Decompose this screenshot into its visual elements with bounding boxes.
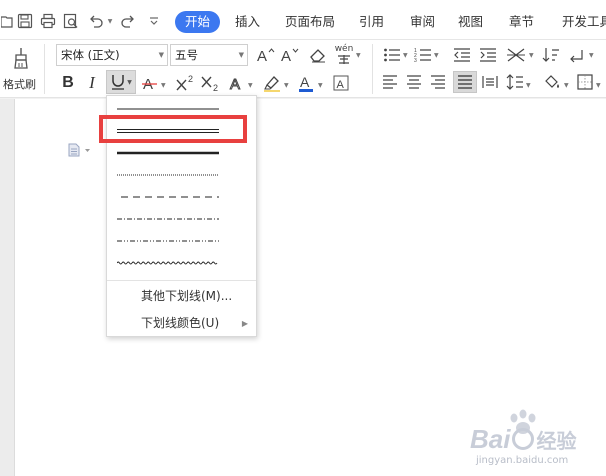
tab-review[interactable]: 审阅 xyxy=(410,11,435,33)
chevron-down-icon[interactable]: ▼ xyxy=(161,82,166,89)
numbered-list-icon[interactable]: 123 xyxy=(413,46,433,64)
menu-bar: ▼ 开始 插入 页面布局 引用 审阅 视图 章节 开发工具 xyxy=(0,0,606,40)
shading-bucket-icon[interactable] xyxy=(542,73,562,91)
chevron-down-icon: ▼ xyxy=(158,51,164,59)
chevron-down-icon[interactable]: ▼ xyxy=(318,82,323,89)
font-color-icon[interactable]: A xyxy=(297,72,315,94)
underline-color-menu-item[interactable]: 下划线颜色(U) xyxy=(141,314,219,332)
underline-option-dashed[interactable] xyxy=(117,190,219,204)
watermark-cn: 经验 xyxy=(536,429,577,453)
underline-option-dash-dot[interactable] xyxy=(117,212,219,226)
increase-indent-icon[interactable] xyxy=(478,46,498,64)
italic-icon[interactable]: I xyxy=(82,72,102,94)
chevron-down-icon[interactable]: ▼ xyxy=(589,52,594,59)
decrease-indent-icon[interactable] xyxy=(452,46,472,64)
paw-circle-icon xyxy=(512,428,535,450)
align-left-icon[interactable] xyxy=(381,73,399,91)
underline-option-dotted[interactable] xyxy=(117,168,219,182)
chevron-down-icon[interactable]: ▼ xyxy=(356,52,361,59)
ribbon-separator xyxy=(44,44,45,94)
undo-dropdown-icon[interactable]: ▼ xyxy=(106,11,114,31)
svg-text:A: A xyxy=(257,48,267,63)
font-name-value: 宋体 (正文) xyxy=(61,48,120,62)
tab-references[interactable]: 引用 xyxy=(359,11,384,33)
ribbon-separator xyxy=(372,44,373,94)
svg-text:A: A xyxy=(281,48,291,63)
decrease-font-size-icon[interactable]: A xyxy=(280,45,300,65)
paragraph-layout-icon[interactable] xyxy=(68,143,92,157)
font-size-select[interactable]: 五号 ▼ xyxy=(170,44,248,66)
increase-font-size-icon[interactable]: A xyxy=(256,45,276,65)
more-underlines-menu-item[interactable]: 其他下划线(M)... xyxy=(141,287,232,305)
phonetic-guide-icon[interactable]: wén xyxy=(333,44,355,66)
submenu-arrow-icon: ▶ xyxy=(241,319,248,328)
chevron-down-icon[interactable]: ▼ xyxy=(526,82,531,89)
svg-text:A: A xyxy=(300,74,310,90)
tab-page-layout[interactable]: 页面布局 xyxy=(285,11,335,33)
print-preview-icon[interactable] xyxy=(60,11,82,31)
customize-toolbar-icon[interactable] xyxy=(147,11,161,31)
format-painter-icon[interactable] xyxy=(8,46,34,70)
tab-home[interactable]: 开始 xyxy=(175,11,221,33)
underline-option-thick[interactable] xyxy=(117,146,219,160)
tab-insert[interactable]: 插入 xyxy=(235,11,260,33)
bold-icon[interactable]: B xyxy=(58,72,78,94)
tab-developer-tools[interactable]: 开发工具 xyxy=(562,11,606,33)
chevron-down-icon: ▼ xyxy=(238,51,244,59)
text-effects-icon[interactable]: A xyxy=(228,72,246,94)
show-hide-marks-icon[interactable] xyxy=(567,46,587,64)
watermark-brand: Bai xyxy=(470,424,511,454)
svg-text:A: A xyxy=(230,76,240,92)
menu-separator xyxy=(107,280,256,281)
align-right-icon[interactable] xyxy=(429,73,447,91)
phonetic-pinyin-text: wén xyxy=(334,44,354,54)
chevron-down-icon[interactable]: ▼ xyxy=(248,82,253,89)
redo-icon[interactable] xyxy=(118,11,138,31)
chevron-down-icon: ▼ xyxy=(127,78,132,86)
undo-icon[interactable] xyxy=(86,11,106,31)
svg-text:2: 2 xyxy=(213,83,218,92)
highlight-box xyxy=(99,115,247,143)
font-name-select[interactable]: 宋体 (正文) ▼ xyxy=(56,44,168,66)
chevron-down-icon[interactable]: ▼ xyxy=(596,82,601,89)
superscript-icon[interactable]: 2 xyxy=(174,72,196,94)
font-size-value: 五号 xyxy=(175,48,198,62)
baidu-jingyan-watermark: Bai 经验 jingyan.baidu.com xyxy=(466,402,598,472)
justify-icon[interactable] xyxy=(453,71,477,93)
save-icon[interactable] xyxy=(14,11,36,31)
underline-option-wave[interactable] xyxy=(117,256,219,270)
borders-icon[interactable] xyxy=(576,73,594,91)
svg-text:3: 3 xyxy=(414,58,417,63)
tab-view[interactable]: 视图 xyxy=(458,11,483,33)
chevron-down-icon[interactable]: ▼ xyxy=(564,82,569,89)
chevron-down-icon[interactable]: ▼ xyxy=(434,52,439,59)
chinese-layout-icon[interactable] xyxy=(505,46,527,64)
strikethrough-icon[interactable]: A xyxy=(142,72,158,94)
character-border-icon[interactable]: A xyxy=(332,73,350,93)
chevron-down-icon[interactable]: ▼ xyxy=(284,82,289,89)
svg-text:2: 2 xyxy=(188,74,193,84)
format-painter-label[interactable]: 格式刷 xyxy=(3,76,36,92)
print-icon[interactable] xyxy=(37,11,59,31)
underline-option-dash-dot-dot[interactable] xyxy=(117,234,219,248)
watermark-url: jingyan.baidu.com xyxy=(476,455,569,466)
chevron-down-icon[interactable]: ▼ xyxy=(529,52,534,59)
clear-formatting-eraser-icon[interactable] xyxy=(307,45,329,65)
underline-button[interactable]: ▼ xyxy=(106,70,136,94)
distributed-align-icon[interactable] xyxy=(481,73,499,91)
align-center-icon[interactable] xyxy=(405,73,423,91)
highlighter-icon[interactable] xyxy=(263,72,281,94)
tab-chapter[interactable]: 章节 xyxy=(509,11,534,33)
subscript-icon[interactable]: 2 xyxy=(199,72,221,94)
chevron-down-icon[interactable]: ▼ xyxy=(403,52,408,59)
open-folder-icon[interactable] xyxy=(0,11,14,31)
svg-text:A: A xyxy=(337,79,345,91)
sort-icon[interactable] xyxy=(541,46,561,64)
line-spacing-icon[interactable] xyxy=(505,72,525,92)
bullet-list-icon[interactable] xyxy=(382,46,402,64)
underline-option-single[interactable] xyxy=(117,102,219,116)
ribbon-toolbar: 格式刷 宋体 (正文) ▼ 五号 ▼ A A wén ▼ B I ▼ A ▼ 2… xyxy=(0,40,606,98)
